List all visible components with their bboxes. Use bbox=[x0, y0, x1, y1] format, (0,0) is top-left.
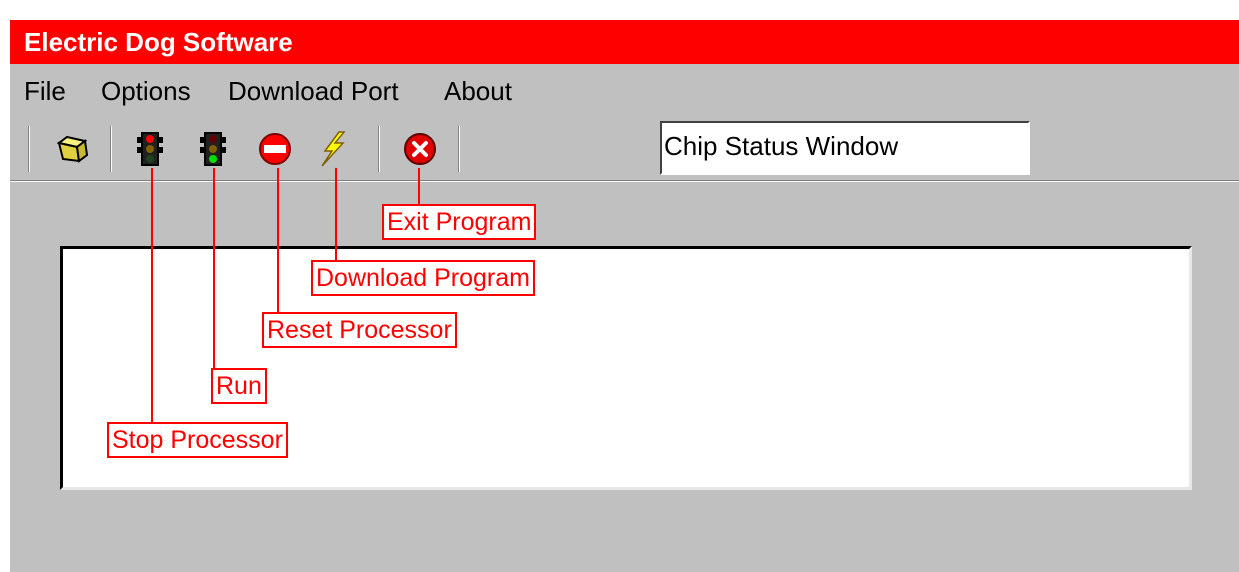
title-bar[interactable]: Electric Dog Software bbox=[10, 20, 1239, 64]
open-folder-icon bbox=[56, 135, 89, 163]
reset-processor-callout-line bbox=[277, 168, 279, 324]
red-x-circle-icon bbox=[404, 133, 436, 165]
menu-download-port[interactable]: Download Port bbox=[228, 76, 399, 107]
run-button[interactable] bbox=[193, 128, 233, 170]
toolbar-separator bbox=[110, 126, 112, 172]
exit-program-callout-line bbox=[418, 168, 420, 208]
toolbar-divider bbox=[10, 180, 1239, 182]
open-button[interactable] bbox=[52, 128, 92, 170]
download-program-callout: Download Program bbox=[311, 260, 535, 296]
toolbar-separator bbox=[458, 126, 460, 172]
stop-processor-button[interactable] bbox=[130, 128, 170, 170]
run-callout: Run bbox=[211, 368, 267, 404]
traffic-light-red-icon bbox=[137, 132, 163, 166]
chip-status-window: Chip Status Window bbox=[660, 121, 1030, 175]
download-program-callout-line bbox=[335, 168, 337, 268]
run-callout-line bbox=[213, 168, 215, 378]
reset-processor-callout: Reset Processor bbox=[262, 312, 457, 348]
menu-about[interactable]: About bbox=[444, 76, 512, 107]
exit-program-callout: Exit Program bbox=[382, 204, 537, 240]
toolbar-separator bbox=[378, 126, 380, 172]
menu-file[interactable]: File bbox=[24, 76, 66, 107]
lightning-bolt-icon bbox=[321, 131, 346, 167]
exit-program-button[interactable] bbox=[400, 128, 440, 170]
reset-processor-button[interactable] bbox=[255, 128, 295, 170]
stop-processor-callout-line bbox=[151, 168, 153, 434]
download-program-button[interactable] bbox=[312, 128, 352, 170]
menu-bar: File Options Download Port About bbox=[10, 64, 1239, 116]
app-window: Electric Dog Software File Options Downl… bbox=[8, 20, 1239, 572]
no-entry-icon bbox=[259, 133, 291, 165]
stop-processor-callout: Stop Processor bbox=[107, 422, 288, 458]
toolbar-separator bbox=[28, 126, 30, 172]
toolbar: Chip Status Window bbox=[10, 116, 1239, 182]
window-title: Electric Dog Software bbox=[24, 27, 293, 57]
traffic-light-green-icon bbox=[200, 132, 226, 166]
menu-options[interactable]: Options bbox=[101, 76, 191, 107]
